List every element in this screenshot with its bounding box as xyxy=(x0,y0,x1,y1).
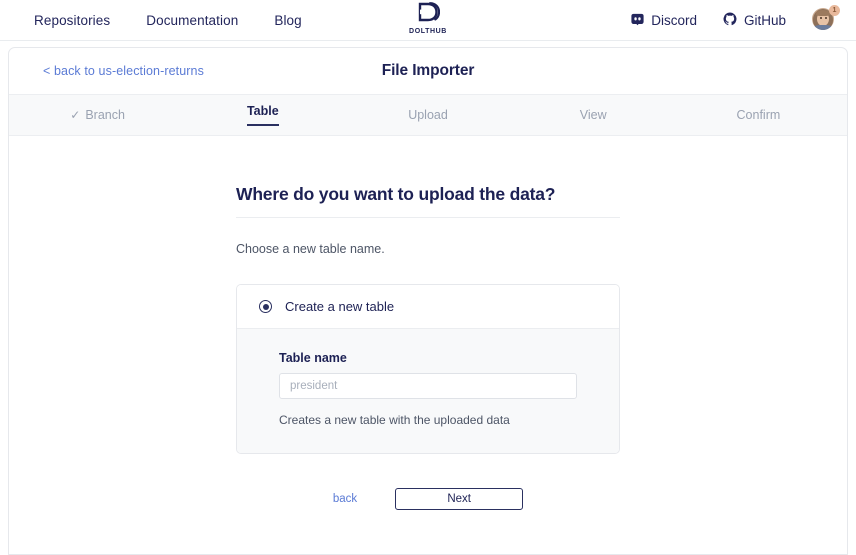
back-button[interactable]: back xyxy=(333,493,357,505)
form-content: Where do you want to upload the data? Ch… xyxy=(236,184,620,554)
step-view[interactable]: View xyxy=(511,95,676,135)
create-table-option-card: Create a new table Table name Creates a … xyxy=(236,284,620,454)
nav-link-repositories[interactable]: Repositories xyxy=(34,13,110,28)
discord-icon xyxy=(631,13,644,29)
user-avatar-button[interactable]: 1 xyxy=(812,8,838,34)
dolthub-logo-icon xyxy=(417,2,440,27)
form-subtext: Choose a new table name. xyxy=(236,242,620,256)
github-icon xyxy=(723,12,737,29)
step-upload-label: Upload xyxy=(408,108,448,122)
next-button[interactable]: Next xyxy=(395,488,523,510)
nav-link-documentation[interactable]: Documentation xyxy=(146,13,238,28)
secondary-nav-links: Discord GitHub 1 xyxy=(631,0,838,41)
step-confirm[interactable]: Confirm xyxy=(676,95,841,135)
create-new-table-radio-row[interactable]: Create a new table xyxy=(237,285,619,328)
table-name-label: Table name xyxy=(279,351,577,365)
check-icon: ✓ xyxy=(70,108,80,122)
page-container: < back to us-election-returns File Impor… xyxy=(0,41,856,555)
step-branch[interactable]: ✓ Branch xyxy=(15,95,180,135)
table-name-input[interactable] xyxy=(279,373,577,399)
table-name-section: Table name Creates a new table with the … xyxy=(237,328,619,453)
step-branch-label: Branch xyxy=(85,108,125,122)
step-view-label: View xyxy=(580,108,607,122)
file-importer-card: < back to us-election-returns File Impor… xyxy=(8,47,848,555)
card-header: < back to us-election-returns File Impor… xyxy=(9,48,847,94)
brand-home-link[interactable]: DOLTHUB xyxy=(409,2,447,35)
nav-link-discord[interactable]: Discord xyxy=(631,13,697,29)
page-title: File Importer xyxy=(9,62,847,80)
nav-link-blog[interactable]: Blog xyxy=(274,13,301,28)
primary-nav-links: Repositories Documentation Blog xyxy=(0,13,302,28)
nav-link-github[interactable]: GitHub xyxy=(723,12,786,29)
table-name-help-text: Creates a new table with the uploaded da… xyxy=(279,413,577,427)
top-navigation-bar: Repositories Documentation Blog DOLTHUB xyxy=(0,0,856,41)
create-new-table-radio[interactable] xyxy=(259,300,272,313)
brand-wordmark: DOLTHUB xyxy=(409,28,447,35)
create-new-table-label: Create a new table xyxy=(285,299,394,314)
nav-link-discord-label: Discord xyxy=(651,13,697,28)
nav-link-github-label: GitHub xyxy=(744,13,786,28)
form-question: Where do you want to upload the data? xyxy=(236,184,620,218)
step-table-label: Table xyxy=(247,104,279,126)
card-body: Where do you want to upload the data? Ch… xyxy=(9,136,847,554)
step-upload[interactable]: Upload xyxy=(345,95,510,135)
step-table[interactable]: Table xyxy=(180,95,345,135)
radio-selected-dot xyxy=(263,304,269,310)
notification-badge[interactable]: 1 xyxy=(829,5,840,16)
step-confirm-label: Confirm xyxy=(737,108,781,122)
import-stepper: ✓ Branch Table Upload View Confirm xyxy=(9,94,847,136)
form-actions: back Next xyxy=(236,488,620,510)
